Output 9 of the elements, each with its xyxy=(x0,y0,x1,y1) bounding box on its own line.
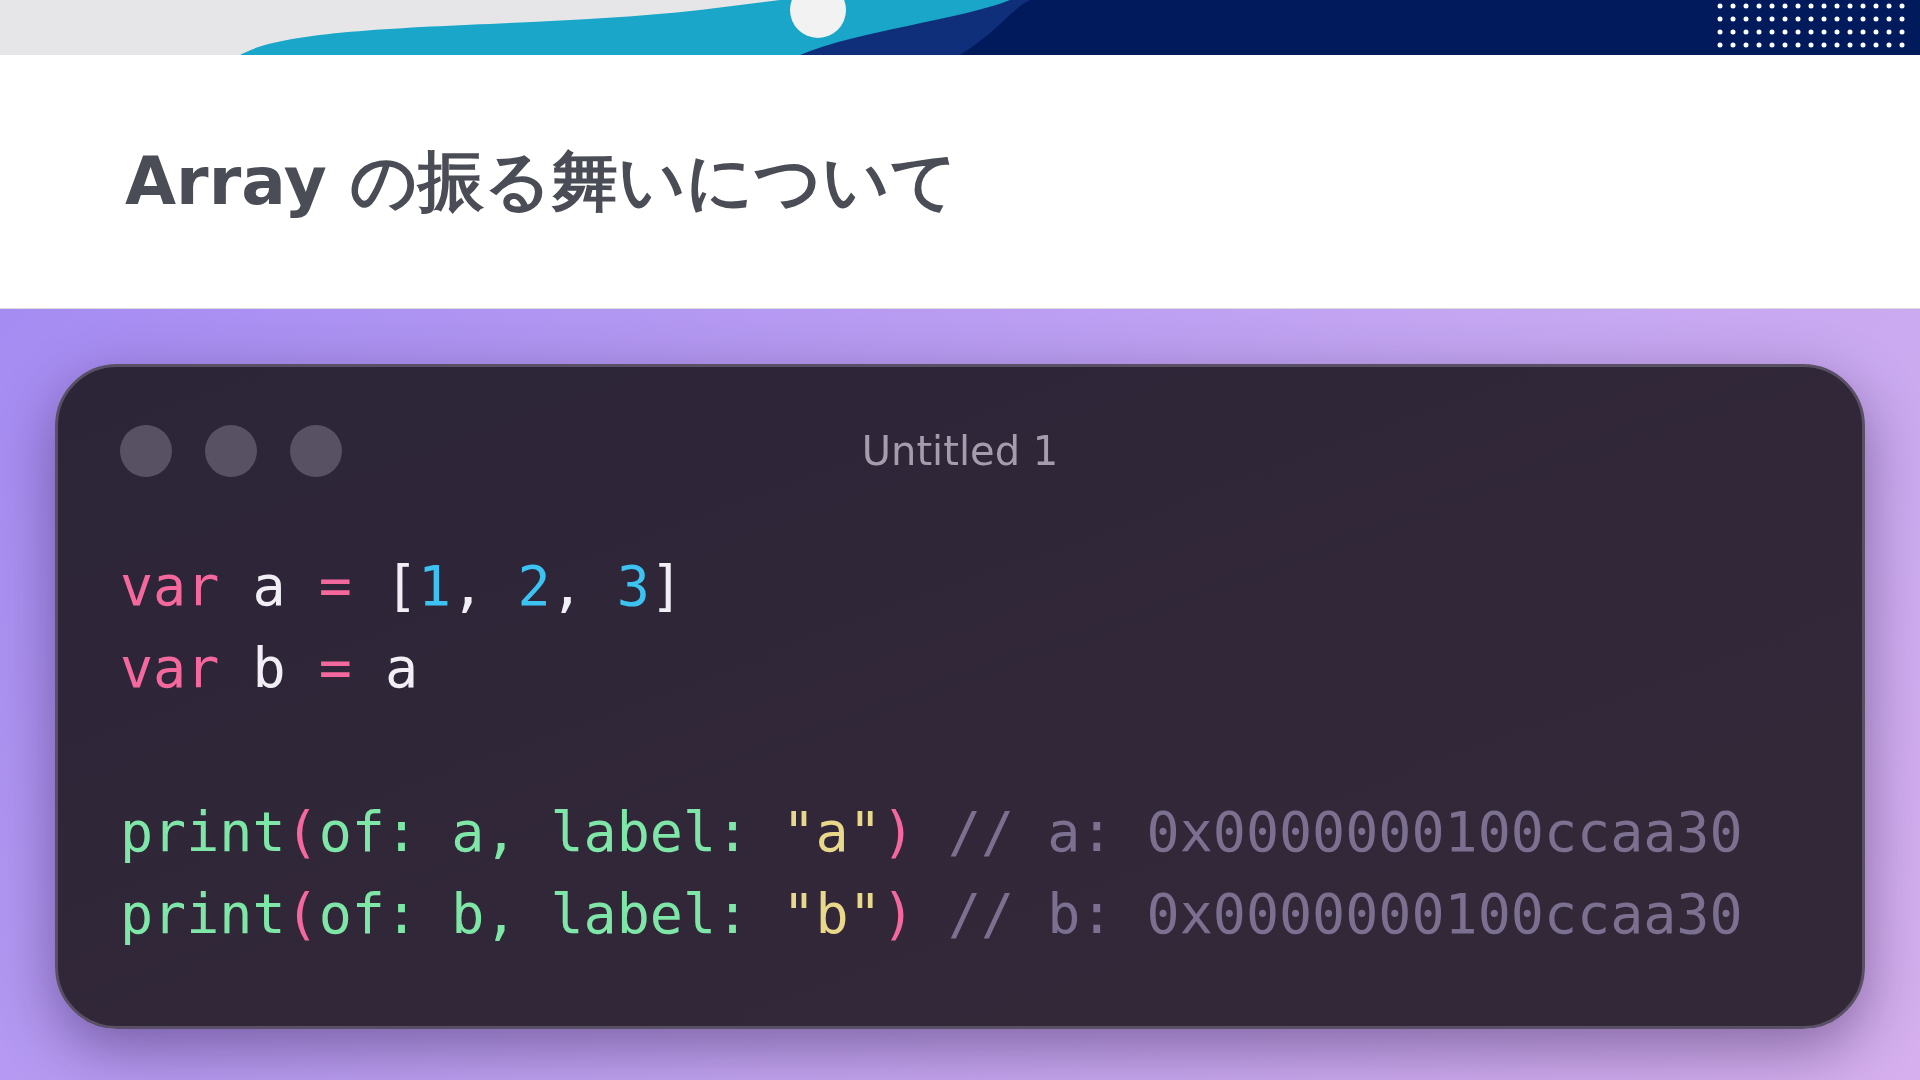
code-line: var a = [1, 2, 3] xyxy=(120,554,683,618)
window-title: Untitled 1 xyxy=(861,428,1059,474)
code-line: print(of: a, label: "a") // a: 0x0000000100ccaa30 xyxy=(120,800,1743,864)
slide-title: Array の振る舞いについて xyxy=(125,141,958,222)
code-line: var b = a xyxy=(120,636,419,700)
code-line: print(of: b, label: "b") // b: 0x0000000100ccaa30 xyxy=(120,882,1743,946)
window-dot xyxy=(205,425,257,477)
window-dot xyxy=(290,425,342,477)
window-dot xyxy=(120,425,172,477)
